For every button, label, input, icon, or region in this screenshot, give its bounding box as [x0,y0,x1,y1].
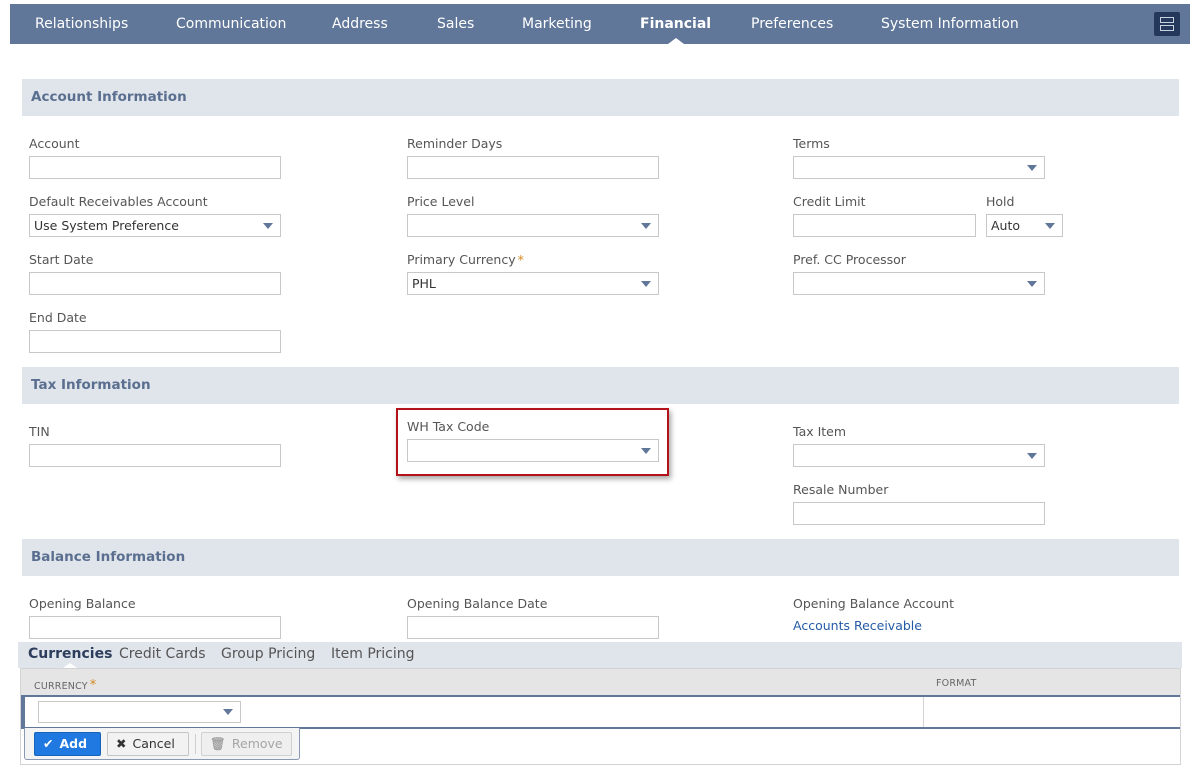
pref-cc-processor-select[interactable] [793,272,1045,295]
section-title: Tax Information [31,377,151,393]
chevron-down-icon [223,709,233,715]
end-date-label: End Date [29,310,87,325]
currency-select[interactable] [38,701,241,723]
primary-currency-label-text: Primary Currency [407,252,516,267]
layout-toggle-button[interactable] [1154,12,1180,36]
opening-balance-account-label: Opening Balance Account [793,596,954,611]
tab-relationships[interactable]: Relationships [35,4,128,44]
remove-button-label: Remove [231,736,283,751]
account-input[interactable] [29,156,281,179]
price-level-label: Price Level [407,194,475,209]
tab-preferences[interactable]: Preferences [751,4,833,44]
chevron-down-icon [1027,281,1037,287]
trash-icon: 🗑 [210,736,226,751]
sublist-button-group: ✔ Add ✖ Cancel 🗑 Remove [24,728,300,760]
terms-label: Terms [793,136,830,151]
chevron-down-icon [1027,453,1037,459]
hold-label: Hold [986,194,1015,209]
tin-label: TIN [29,424,50,439]
required-asterisk: * [517,252,524,267]
wh-tax-code-select[interactable] [407,439,659,462]
sublist-tab-item-pricing[interactable]: Item Pricing [331,646,415,662]
grid-header: CURRENCY * FORMAT [21,669,1180,697]
section-tax-information[interactable]: Tax Information [22,367,1179,404]
default-receivables-account-value: Use System Preference [34,218,179,233]
primary-currency-label: Primary Currency * [407,252,524,267]
terms-select[interactable] [793,156,1045,179]
opening-balance-date-input[interactable] [407,616,659,639]
add-button-label: Add [59,736,88,751]
hold-select[interactable]: Auto [986,214,1063,237]
subtab-bar: Relationships Communication Address Sale… [10,4,1190,44]
pref-cc-processor-label: Pref. CC Processor [793,252,906,267]
sublist-tab-group-pricing[interactable]: Group Pricing [221,646,315,662]
layout-rows-icon-lower [1160,25,1174,31]
sublist-tab-credit-cards[interactable]: Credit Cards [119,646,206,662]
primary-currency-value: PHL [412,276,436,291]
end-date-input[interactable] [29,330,281,353]
chevron-down-icon [1045,223,1055,229]
start-date-label: Start Date [29,252,94,267]
remove-button[interactable]: 🗑 Remove [201,732,292,756]
tab-address[interactable]: Address [332,4,388,44]
price-level-select[interactable] [407,214,659,237]
tab-communication[interactable]: Communication [176,4,286,44]
opening-balance-label: Opening Balance [29,596,136,611]
chevron-down-icon [641,223,651,229]
section-title: Account Information [31,89,187,105]
opening-balance-input[interactable] [29,616,281,639]
reminder-days-input[interactable] [407,156,659,179]
tin-input[interactable] [29,444,281,467]
reminder-days-label: Reminder Days [407,136,503,151]
chevron-down-icon [263,223,273,229]
column-currency-label: CURRENCY [34,681,88,692]
x-icon: ✖ [116,736,127,751]
tax-item-label: Tax Item [793,424,847,439]
tab-sales[interactable]: Sales [437,4,474,44]
chevron-down-icon [641,281,651,287]
section-title: Balance Information [31,549,186,565]
cancel-button-label: Cancel [132,736,175,751]
layout-rows-icon [1160,17,1174,23]
wh-tax-code-label: WH Tax Code [407,419,490,434]
credit-limit-input[interactable] [793,214,976,237]
table-row [21,697,1180,729]
cancel-button[interactable]: ✖ Cancel [107,732,189,756]
tab-marketing[interactable]: Marketing [522,4,592,44]
tab-financial[interactable]: Financial [640,4,711,44]
required-asterisk: * [89,678,97,693]
opening-balance-account-link[interactable]: Accounts Receivable [793,618,922,633]
column-header-currency: CURRENCY * [34,678,96,693]
add-button[interactable]: ✔ Add [34,732,101,756]
opening-balance-date-label: Opening Balance Date [407,596,548,611]
column-divider [923,697,924,727]
section-account-information[interactable]: Account Information [22,79,1179,116]
chevron-down-icon [1027,165,1037,171]
column-header-format: FORMAT [936,678,977,689]
primary-currency-select[interactable]: PHL [407,272,659,295]
account-label: Account [29,136,80,151]
checkmark-icon: ✔ [43,736,54,751]
tab-system-information[interactable]: System Information [881,4,1019,44]
default-receivables-account-label: Default Receivables Account [29,194,208,209]
section-balance-information[interactable]: Balance Information [22,539,1179,576]
hold-value: Auto [991,218,1021,233]
button-separator [195,734,196,754]
credit-limit-label: Credit Limit [793,194,866,209]
sublist-tab-currencies[interactable]: Currencies [28,646,112,668]
chevron-down-icon [641,448,651,454]
resale-number-label: Resale Number [793,482,889,497]
start-date-input[interactable] [29,272,281,295]
resale-number-input[interactable] [793,502,1045,525]
tax-item-select[interactable] [793,444,1045,467]
default-receivables-account-select[interactable]: Use System Preference [29,214,281,237]
